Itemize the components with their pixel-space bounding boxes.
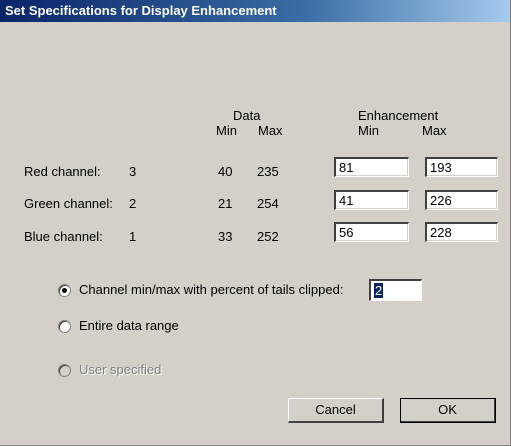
user-specified-radio (58, 364, 71, 377)
enhancement-max-header: Max (422, 123, 447, 138)
dialog-window: Set Specifications for Display Enhanceme… (0, 0, 511, 446)
data-min-header: Min (216, 123, 237, 138)
window-title: Set Specifications for Display Enhanceme… (0, 0, 510, 22)
red-enhancement-max-input[interactable]: 193 (425, 157, 498, 177)
green-enhancement-min-input[interactable]: 41 (334, 190, 409, 210)
blue-channel-band: 1 (129, 229, 137, 244)
green-data-max: 254 (257, 196, 279, 211)
cancel-button[interactable]: Cancel (288, 398, 384, 423)
enhancement-min-header: Min (358, 123, 379, 138)
green-enhancement-max-input[interactable]: 226 (425, 190, 498, 210)
green-channel-label: Green channel: (24, 196, 113, 211)
blue-enhancement-min-input[interactable]: 56 (334, 222, 409, 242)
green-channel-band: 2 (129, 196, 137, 211)
percent-clip-label[interactable]: Channel min/max with percent of tails cl… (79, 282, 343, 297)
ok-button[interactable]: OK (400, 398, 496, 423)
blue-data-max: 252 (257, 229, 279, 244)
percent-clip-input[interactable]: 2 (369, 279, 422, 301)
percent-clip-value: 2 (374, 283, 384, 298)
enhancement-header: Enhancement (358, 108, 439, 123)
red-data-min: 40 (218, 164, 233, 179)
user-specified-label: User specified (79, 362, 162, 377)
data-header: Data (233, 108, 261, 123)
red-channel-band: 3 (129, 164, 137, 179)
red-data-max: 235 (257, 164, 279, 179)
blue-enhancement-max-input[interactable]: 228 (425, 222, 498, 242)
percent-clip-radio[interactable] (58, 284, 71, 297)
red-enhancement-min-input[interactable]: 81 (334, 157, 409, 177)
red-channel-label: Red channel: (24, 164, 101, 179)
blue-channel-label: Blue channel: (24, 229, 103, 244)
entire-range-radio[interactable] (58, 320, 71, 333)
blue-data-min: 33 (218, 229, 233, 244)
entire-range-label[interactable]: Entire data range (79, 318, 179, 333)
green-data-min: 21 (218, 196, 233, 211)
data-max-header: Max (258, 123, 283, 138)
